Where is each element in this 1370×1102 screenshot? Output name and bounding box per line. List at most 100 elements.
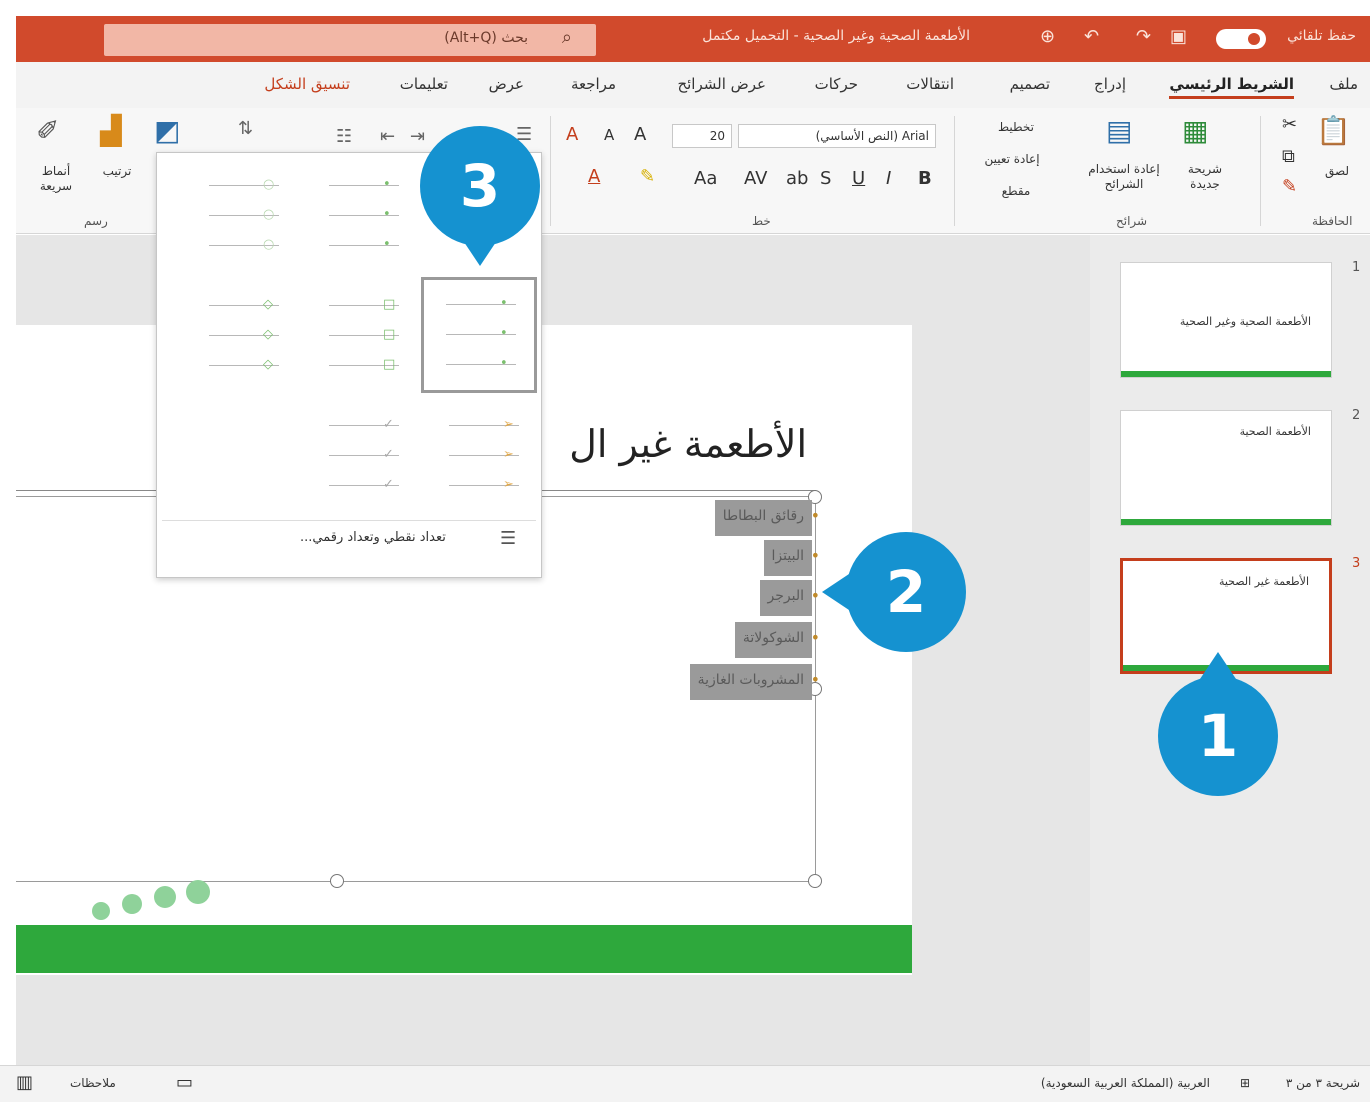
tab-review[interactable]: مراجعة	[571, 75, 616, 93]
bullet-style-arrow[interactable]: ➢ ➢ ➢	[427, 403, 537, 513]
char-spacing-icon[interactable]: AV	[744, 168, 767, 189]
arrange-icon[interactable]: ▟	[100, 114, 122, 147]
bullet-item-2[interactable]: البيتزا	[763, 540, 821, 576]
status-bar: شريحة ٣ من ٣ ⊞ العربية (المملكة العربية …	[0, 1065, 1370, 1102]
bullets-and-numbering-link[interactable]: تعداد نقطي وتعداد رقمي...	[300, 530, 446, 545]
resize-handle[interactable]	[808, 874, 822, 888]
slide-footer-bar	[16, 925, 912, 973]
ribbon-separator	[550, 116, 551, 226]
normal-view-icon[interactable]: ▥	[16, 1072, 33, 1093]
tab-slideshow[interactable]: عرض الشرائح	[677, 75, 766, 93]
bullet-item-5[interactable]: المشروبات الغازية	[689, 664, 820, 700]
outdent-icon[interactable]: ⇤	[380, 126, 395, 147]
notes-button[interactable]: ملاحظات	[70, 1076, 116, 1090]
thumbnail-bar	[1121, 519, 1331, 525]
present-icon[interactable]: ⊕	[1040, 26, 1055, 47]
new-slide-icon[interactable]: ▦	[1182, 114, 1208, 147]
change-case-icon[interactable]: Aa	[694, 168, 717, 189]
clear-format-icon[interactable]: A	[566, 124, 578, 145]
arrange-button[interactable]: ترتيب	[92, 164, 142, 179]
bullets-numbering-icon: ☰	[500, 528, 517, 549]
quick-styles-icon[interactable]: ✐	[36, 114, 59, 147]
paste-button[interactable]: لصق	[1312, 164, 1362, 179]
new-slide-button[interactable]: شريحة جديدة	[1172, 162, 1238, 192]
clipboard-group-label: الحافظة	[1312, 214, 1353, 228]
slide-thumbnail-1[interactable]: الأطعمة الصحية وغير الصحية	[1120, 262, 1332, 378]
callout-badge-3: 3	[420, 126, 540, 246]
bold-button[interactable]: B	[918, 168, 932, 189]
slides-group-label: شرائح	[1116, 214, 1148, 228]
reuse-slides-button[interactable]: إعادة استخدام الشرائح	[1078, 162, 1170, 192]
font-color-icon[interactable]: A	[588, 166, 600, 187]
bullet-style-square[interactable]: □ □ □	[307, 283, 417, 393]
thumbnail-number: 3	[1352, 556, 1361, 571]
quick-styles-button[interactable]: أنماط سريعة	[26, 164, 86, 194]
bullet-style-filled-dot-selected[interactable]: • • •	[421, 277, 537, 393]
italic-button[interactable]: I	[886, 168, 891, 189]
thumbnail-title: الأطعمة الصحية	[1239, 425, 1311, 438]
font-group-label: خط	[752, 214, 771, 228]
bullet-style-small-dot[interactable]: • • •	[307, 163, 417, 273]
bullet-item-1[interactable]: رقائق البطاطا	[714, 500, 820, 536]
undo-icon[interactable]: ↶	[1084, 26, 1099, 47]
tab-transitions[interactable]: انتقالات	[906, 75, 954, 93]
decor-dot	[186, 880, 210, 904]
decor-dot	[92, 902, 110, 920]
callout-pointer	[1194, 652, 1242, 688]
redo-icon[interactable]: ↷	[1136, 26, 1151, 47]
accessibility-icon[interactable]: ⊞	[1240, 1076, 1250, 1090]
search-box[interactable]: ⌕ بحث (Alt+Q)	[104, 24, 596, 56]
search-placeholder: بحث (Alt+Q)	[444, 30, 528, 46]
reuse-slides-icon[interactable]: ▤	[1106, 114, 1132, 147]
callout-pointer	[822, 568, 858, 616]
cut-icon[interactable]: ✂	[1282, 114, 1297, 135]
tab-file[interactable]: ملف	[1329, 75, 1358, 93]
language-indicator[interactable]: العربية (المملكة العربية السعودية)	[1041, 1076, 1210, 1090]
bullet-style-diamond[interactable]: ◇ ◇ ◇	[187, 283, 297, 393]
thumbnail-title: الأطعمة غير الصحية	[1218, 575, 1309, 588]
tab-shape-format[interactable]: تنسيق الشكل	[264, 75, 350, 93]
section-button[interactable]: مقطع	[976, 184, 1056, 199]
numbering-icon[interactable]: ☷	[336, 126, 352, 147]
font-name-select[interactable]: Arial (النص الأساسي)	[738, 124, 936, 148]
bullet-style-checkmark[interactable]: ✓ ✓ ✓	[307, 403, 417, 513]
bullet-item-3[interactable]: البرجر	[759, 580, 821, 616]
bullet-item-4[interactable]: الشوكولاتة	[734, 622, 820, 658]
format-painter-icon[interactable]: ✎	[1282, 176, 1297, 197]
copy-icon[interactable]: ⧉	[1282, 146, 1295, 167]
text-direction-icon[interactable]: ⇅	[238, 118, 253, 139]
dropdown-separator	[162, 520, 536, 521]
font-size-select[interactable]: 20	[672, 124, 732, 148]
autosave-label: حفظ تلقائي	[1287, 28, 1356, 44]
tab-design[interactable]: تصميم	[1010, 75, 1050, 93]
shapes-icon[interactable]: ◩	[154, 114, 180, 147]
strikethrough-icon[interactable]: ab	[786, 168, 808, 189]
resize-handle[interactable]	[330, 874, 344, 888]
tab-insert[interactable]: إدراج	[1094, 75, 1126, 93]
slide-counter: شريحة ٣ من ٣	[1285, 1076, 1360, 1090]
bullet-style-hollow-circle[interactable]: ○ ○ ○	[187, 163, 297, 273]
layout-button[interactable]: تخطيط	[976, 120, 1056, 135]
tab-animations[interactable]: حركات	[815, 75, 858, 93]
underline-button[interactable]: U	[852, 168, 865, 189]
save-icon[interactable]: ▣	[1170, 26, 1187, 47]
slide-title[interactable]: الأطعمة غير ال	[569, 422, 807, 466]
callout-pointer	[456, 230, 504, 266]
reset-button[interactable]: إعادة تعيين	[968, 152, 1056, 167]
decrease-font-icon[interactable]: A	[604, 126, 614, 144]
shadow-button[interactable]: S	[820, 168, 831, 189]
paste-icon[interactable]: 📋	[1316, 114, 1351, 147]
tab-view[interactable]: عرض	[489, 75, 524, 93]
ribbon-separator	[954, 116, 955, 226]
tab-help[interactable]: تعليمات	[400, 75, 448, 93]
decor-dot	[154, 886, 176, 908]
tab-home[interactable]: الشريط الرئيسي	[1169, 75, 1294, 99]
comments-icon[interactable]: ▭	[176, 1072, 193, 1093]
highlight-icon[interactable]: ✎	[640, 166, 655, 187]
increase-font-icon[interactable]: A	[634, 124, 646, 145]
ribbon-separator	[1260, 116, 1261, 226]
slide-thumbnail-2[interactable]: الأطعمة الصحية	[1120, 410, 1332, 526]
autosave-toggle[interactable]	[1216, 29, 1266, 49]
indent-icon[interactable]: ⇥	[410, 126, 425, 147]
thumbnail-bar	[1121, 371, 1331, 377]
